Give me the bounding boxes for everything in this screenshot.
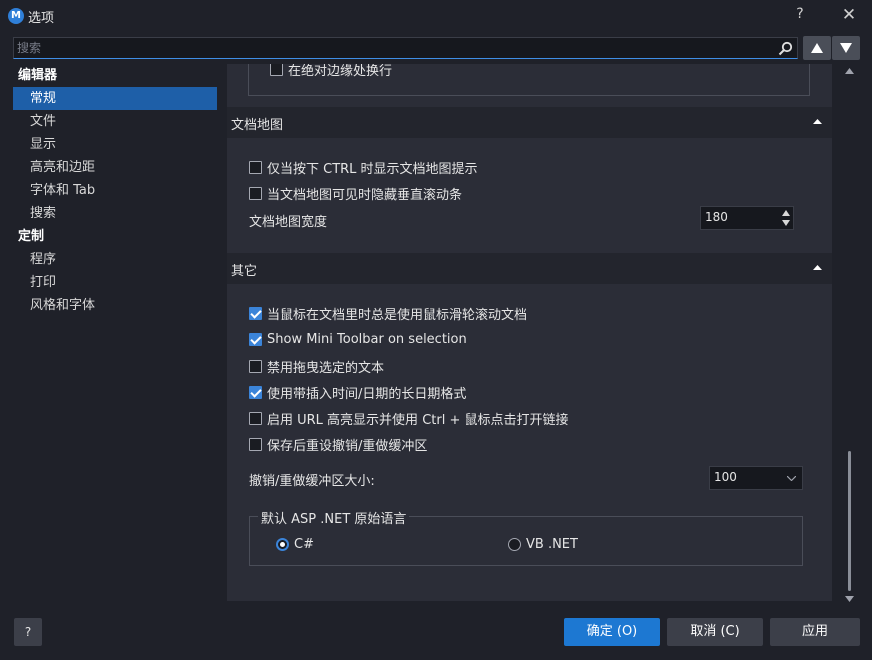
previous-section-frame: 在绝对边缘处换行 — [248, 64, 810, 96]
sidebar-item-highlight-margins[interactable]: 高亮和边距 — [13, 156, 217, 179]
sidebar-item-programs[interactable]: 程序 — [13, 248, 217, 271]
checkbox-wrap-absolute-edge[interactable]: 在绝对边缘处换行 — [270, 64, 393, 79]
ok-button[interactable]: 确定 (O) — [564, 618, 660, 646]
sidebar-item-print[interactable]: 打印 — [13, 271, 217, 294]
sidebar-group-customize[interactable]: 定制 — [13, 225, 217, 248]
scroll-up-icon[interactable] — [845, 68, 854, 74]
title-bar: M 选项 ? ✕ — [0, 0, 872, 32]
collapse-icon — [813, 119, 822, 124]
checkbox-label: 在绝对边缘处换行 — [288, 64, 393, 79]
spin-up-icon[interactable] — [782, 210, 790, 216]
checkbox-label: 当文档地图可见时隐藏垂直滚动条 — [267, 187, 463, 203]
checkbox-label: 禁用拖曳选定的文本 — [267, 360, 385, 376]
sidebar-item-general[interactable]: 常规 — [13, 87, 217, 110]
search-next-button[interactable] — [832, 36, 860, 60]
section-title: 文档地图 — [231, 118, 284, 133]
radio-label: VB .NET — [526, 537, 578, 552]
sidebar-item-files[interactable]: 文件 — [13, 110, 217, 133]
checkbox-label: 启用 URL 高亮显示并使用 Ctrl + 鼠标点击打开链接 — [267, 412, 569, 428]
radio-vbnet[interactable]: VB .NET — [508, 537, 578, 552]
search-box — [13, 37, 798, 59]
sidebar-item-display[interactable]: 显示 — [13, 133, 217, 156]
checkbox-long-date-format[interactable]: 使用带插入时间/日期的长日期格式 — [249, 383, 467, 402]
cancel-button[interactable]: 取消 (C) — [667, 618, 763, 646]
section-header-docmap[interactable]: 文档地图 — [227, 107, 832, 138]
sidebar-group-editor[interactable]: 编辑器 — [13, 64, 217, 87]
undo-buffer-label: 撤销/重做缓冲区大小: — [249, 474, 375, 489]
scrollbar-thumb[interactable] — [848, 451, 851, 591]
checkbox-mouse-wheel-scroll[interactable]: 当鼠标在文档里时总是使用鼠标滑轮滚动文档 — [249, 304, 528, 323]
checkbox-label: 保存后重设撤销/重做缓冲区 — [267, 438, 428, 454]
checkbox[interactable] — [270, 64, 283, 76]
checkbox-label: Show Mini Toolbar on selection — [267, 331, 467, 347]
search-prev-button[interactable] — [803, 36, 831, 60]
section-header-other[interactable]: 其它 — [227, 253, 832, 284]
sidebar-item-font-tab[interactable]: 字体和 Tab — [13, 179, 217, 202]
checkbox-docmap-hide-scrollbar[interactable]: 当文档地图可见时隐藏垂直滚动条 — [249, 184, 463, 203]
help-title-button[interactable]: ? — [790, 6, 810, 26]
scroll-down-icon[interactable] — [845, 596, 854, 602]
help-button[interactable]: ? — [14, 618, 42, 646]
sidebar-item-styles-fonts[interactable]: 风格和字体 — [13, 294, 217, 317]
app-icon: M — [8, 8, 24, 24]
checkbox-label: 当鼠标在文档里时总是使用鼠标滑轮滚动文档 — [267, 307, 528, 323]
radio-label: C# — [294, 537, 314, 552]
checkbox[interactable] — [249, 385, 262, 399]
checkbox[interactable] — [249, 332, 262, 346]
window-title: 选项 — [28, 11, 55, 26]
docmap-width-label: 文档地图宽度 — [249, 215, 328, 230]
arrow-up-icon — [811, 43, 823, 53]
search-input[interactable] — [14, 38, 797, 58]
undo-buffer-select[interactable]: 100 — [709, 466, 803, 490]
checkbox[interactable] — [249, 306, 262, 320]
spinner-value[interactable]: 180 — [705, 210, 728, 224]
docmap-width-spinner[interactable]: 180 — [700, 206, 794, 230]
collapse-icon — [813, 265, 822, 270]
search-icon[interactable] — [778, 41, 793, 56]
checkbox-docmap-ctrl-tip[interactable]: 仅当按下 CTRL 时显示文档地图提示 — [249, 158, 478, 177]
asp-language-group: 默认 ASP .NET 原始语言 C# VB .NET — [249, 508, 803, 566]
checkbox-label: 使用带插入时间/日期的长日期格式 — [267, 386, 467, 402]
sidebar-item-search[interactable]: 搜索 — [13, 202, 217, 225]
chevron-down-icon — [787, 476, 796, 481]
options-panel: 在绝对边缘处换行 文档地图 仅当按下 CTRL 时显示文档地图提示 当文档地图可… — [227, 64, 832, 601]
group-legend: 默认 ASP .NET 原始语言 — [258, 508, 410, 527]
radio-csharp[interactable]: C# — [276, 537, 314, 552]
section-title: 其它 — [231, 264, 258, 279]
checkbox[interactable] — [249, 160, 262, 174]
checkbox[interactable] — [249, 359, 262, 373]
radio-button[interactable] — [508, 538, 521, 551]
checkbox-reset-undo-buffer[interactable]: 保存后重设撤销/重做缓冲区 — [249, 435, 428, 454]
checkbox-disable-drag-text[interactable]: 禁用拖曳选定的文本 — [249, 357, 385, 376]
apply-button[interactable]: 应用 — [770, 618, 860, 646]
vertical-scrollbar[interactable] — [840, 64, 860, 609]
checkbox-label: 仅当按下 CTRL 时显示文档地图提示 — [267, 161, 478, 177]
select-value: 100 — [714, 470, 737, 484]
checkbox[interactable] — [249, 186, 262, 200]
checkbox[interactable] — [249, 437, 262, 451]
spin-down-icon[interactable] — [782, 220, 790, 226]
checkbox-mini-toolbar[interactable]: Show Mini Toolbar on selection — [249, 330, 467, 348]
checkbox-url-highlight[interactable]: 启用 URL 高亮显示并使用 Ctrl + 鼠标点击打开链接 — [249, 409, 569, 428]
arrow-down-icon — [840, 43, 852, 53]
radio-button[interactable] — [276, 538, 289, 551]
close-button[interactable]: ✕ — [838, 5, 860, 27]
checkbox[interactable] — [249, 411, 262, 425]
sidebar: 编辑器 常规 文件 显示 高亮和边距 字体和 Tab 搜索 定制 程序 打印 风… — [13, 64, 217, 317]
